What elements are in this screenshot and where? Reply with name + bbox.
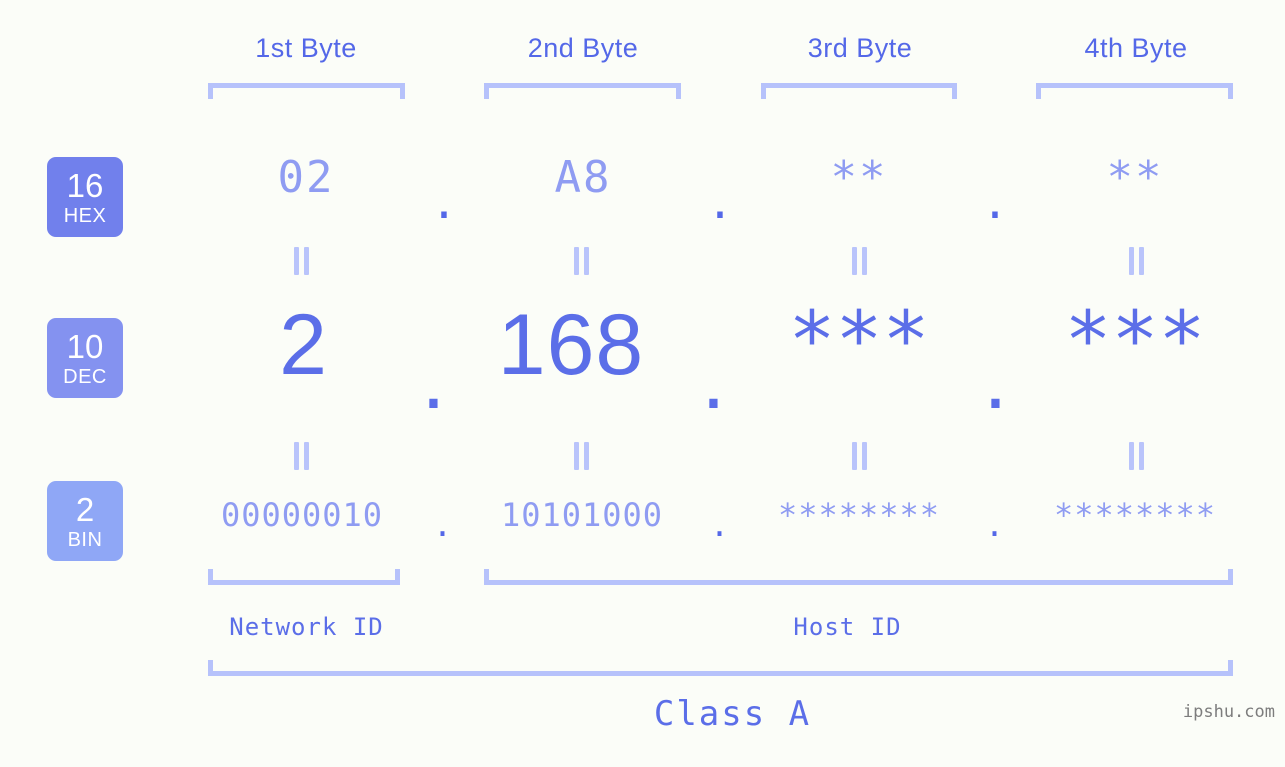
host-id-bracket (484, 569, 1233, 585)
hex-byte-4: ** (1106, 152, 1164, 203)
bin-byte-2: 10101000 (500, 496, 664, 534)
dec-separator-3: . (983, 331, 1009, 427)
bin-separator-3: . (984, 506, 1006, 544)
network-id-caption: Network ID (229, 613, 384, 641)
hex-byte-2: A8 (554, 152, 612, 203)
dec-separator-1: . (421, 331, 447, 427)
radix-badge-bin: 2 BIN (47, 481, 123, 561)
bin-byte-1: 00000010 (220, 496, 384, 534)
dec-separator-2: . (701, 331, 727, 427)
site-watermark: ipshu.com (1182, 702, 1275, 722)
ip-address-breakdown-diagram: 1st Byte 2nd Byte 3rd Byte 4th Byte 16 H… (0, 0, 1285, 767)
radix-badge-dec: 10 DEC (47, 318, 123, 398)
hex-byte-3: ** (830, 152, 888, 203)
network-id-bracket (208, 569, 400, 585)
byte-bracket-1 (208, 83, 405, 99)
byte-bracket-4 (1036, 83, 1233, 99)
byte-header-4: 4th Byte (1084, 33, 1188, 63)
equals-separator-dec-bin-3 (848, 442, 870, 470)
byte-header-2: 2nd Byte (527, 33, 639, 63)
byte-bracket-2 (484, 83, 681, 99)
address-class-bracket (208, 660, 1233, 676)
byte-header-3: 3rd Byte (807, 33, 913, 63)
radix-badge-hex-number: 16 (66, 166, 104, 204)
bin-byte-3: ******** (777, 496, 941, 534)
hex-separator-2: . (706, 178, 736, 229)
radix-badge-bin-label: BIN (67, 528, 103, 551)
dec-byte-1: 2 (279, 297, 328, 393)
bin-separator-1: . (432, 506, 454, 544)
hex-separator-3: . (981, 178, 1011, 229)
bin-separator-2: . (709, 506, 731, 544)
equals-separator-hex-dec-3 (848, 247, 870, 275)
equals-separator-dec-bin-1 (290, 442, 312, 470)
bin-byte-4: ******** (1053, 496, 1217, 534)
host-id-caption: Host ID (793, 613, 902, 641)
hex-separator-1: . (430, 178, 460, 229)
hex-byte-1: 02 (277, 152, 335, 203)
equals-separator-dec-bin-4 (1125, 442, 1147, 470)
byte-header-1: 1st Byte (255, 33, 357, 63)
dec-byte-2: 168 (497, 297, 645, 393)
dec-byte-3: *** (788, 296, 930, 386)
radix-badge-hex-label: HEX (63, 204, 107, 227)
radix-badge-bin-number: 2 (75, 490, 95, 528)
equals-separator-dec-bin-2 (570, 442, 592, 470)
equals-separator-hex-dec-1 (290, 247, 312, 275)
radix-badge-dec-label: DEC (63, 365, 107, 388)
byte-bracket-3 (761, 83, 957, 99)
equals-separator-hex-dec-2 (570, 247, 592, 275)
radix-badge-dec-number: 10 (66, 327, 104, 365)
dec-byte-4: *** (1064, 296, 1206, 386)
radix-badge-hex: 16 HEX (47, 157, 123, 237)
equals-separator-hex-dec-4 (1125, 247, 1147, 275)
address-class-caption: Class A (653, 694, 812, 734)
